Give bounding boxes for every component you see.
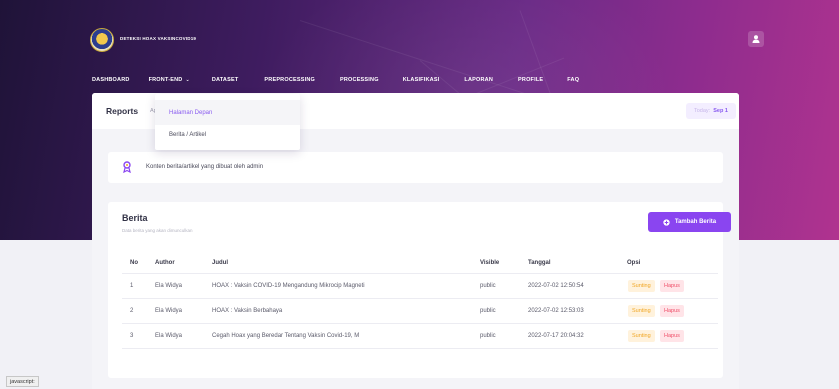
nav-faq[interactable]: FAQ	[567, 77, 579, 83]
nav-processing[interactable]: PROCESSING	[340, 77, 379, 83]
cell-author: Ela Widya	[155, 283, 183, 289]
today-label: Today:	[694, 108, 711, 114]
cell-judul: Cegah Hoax yang Beredar Tentang Vaksin C…	[212, 333, 360, 339]
plus-circle-icon	[663, 218, 670, 226]
chevron-down-icon: ⌄	[185, 77, 190, 83]
app-logo[interactable]	[90, 28, 114, 52]
cell-tanggal: 2022-07-02 12:50:54	[528, 283, 584, 289]
table-row: 3 Ela Widya Cegah Hoax yang Beredar Tent…	[122, 324, 718, 349]
column-header-opsi: Opsi	[627, 260, 641, 266]
news-table-card: Berita Data berita yang akan dimunculkan…	[108, 202, 731, 378]
cell-judul: HOAX : Vaksin COVID-19 Mengandung Mikroc…	[212, 283, 365, 289]
delete-button[interactable]: Hapus	[660, 280, 684, 292]
edit-button[interactable]: Sunting	[628, 330, 655, 342]
nav-profile[interactable]: PROFILE	[518, 77, 543, 83]
topbar: DETEKSI HOAX VAKSINCOVID19	[84, 28, 764, 54]
nav-front-end-label: FRONT-END	[148, 77, 183, 83]
cell-no: 3	[130, 333, 134, 339]
add-news-label: Tambah Berita	[674, 219, 717, 225]
cell-judul: HOAX : Vaksin Berbahaya	[212, 308, 283, 314]
page-title: Reports	[106, 106, 139, 116]
delete-button[interactable]: Hapus	[660, 330, 684, 342]
info-alert: Konten berita/artikel yang dibuat oleh a…	[108, 152, 723, 183]
column-header-visible: Visible	[480, 260, 500, 266]
nav-dashboard[interactable]: DASHBOARD	[92, 77, 130, 83]
cell-visible: public	[480, 283, 496, 289]
cell-author: Ela Widya	[155, 333, 183, 339]
pin-icon	[123, 161, 131, 173]
column-header-author: Author	[155, 260, 175, 266]
add-news-button[interactable]: Tambah Berita	[648, 212, 731, 232]
table-row: 1 Ela Widya HOAX : Vaksin COVID-19 Menga…	[122, 274, 718, 299]
table-row: 2 Ela Widya HOAX : Vaksin Berbahaya publ…	[122, 299, 718, 324]
browser-status-bar: javascript:	[6, 376, 39, 387]
nav-laporan[interactable]: LAPORAN	[464, 77, 493, 83]
cell-visible: public	[480, 333, 496, 339]
cell-visible: public	[480, 308, 496, 314]
cell-author: Ela Widya	[155, 308, 183, 314]
nav-preprocessing[interactable]: PREPROCESSING	[264, 77, 315, 83]
column-header-judul: Judul	[212, 260, 228, 266]
nav-dataset[interactable]: DATASET	[212, 77, 239, 83]
brand-title[interactable]: DETEKSI HOAX VAKSINCOVID19	[120, 36, 196, 41]
cell-tanggal: 2022-07-17 20:04:32	[528, 333, 584, 339]
main-nav: DASHBOARD FRONT-END ⌄ DATASET PREPROCESSI…	[92, 70, 579, 90]
delete-button[interactable]: Hapus	[660, 305, 684, 317]
table-subtitle: Data berita yang akan dimunculkan	[122, 228, 193, 233]
nav-klasifikasi[interactable]: KLASIFIKASI	[403, 77, 440, 83]
front-end-dropdown: Halaman Depan Berita / Artikel	[155, 94, 300, 150]
edit-button[interactable]: Sunting	[628, 280, 655, 292]
user-icon	[752, 35, 760, 43]
user-menu-button[interactable]	[748, 31, 764, 47]
column-header-tanggal: Tanggal	[528, 260, 551, 266]
menu-item-berita-artikel[interactable]: Berita / Artikel	[155, 122, 300, 147]
cell-no: 1	[130, 283, 134, 289]
today-date-chip: Today: Sep 1	[686, 103, 736, 119]
table-title: Berita	[122, 213, 148, 223]
cell-tanggal: 2022-07-02 12:53:03	[528, 308, 584, 314]
column-header-no: No	[130, 260, 138, 266]
cell-no: 2	[130, 308, 134, 314]
info-text: Konten berita/artikel yang dibuat oleh a…	[146, 164, 264, 170]
edit-button[interactable]: Sunting	[628, 305, 655, 317]
today-value: Sep 1	[713, 108, 728, 114]
nav-front-end[interactable]: FRONT-END ⌄	[149, 77, 190, 83]
